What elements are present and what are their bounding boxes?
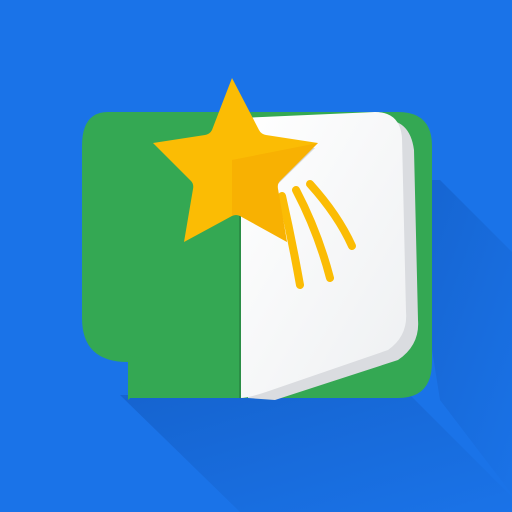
book-star-icon xyxy=(0,0,512,512)
app-icon xyxy=(0,0,512,512)
